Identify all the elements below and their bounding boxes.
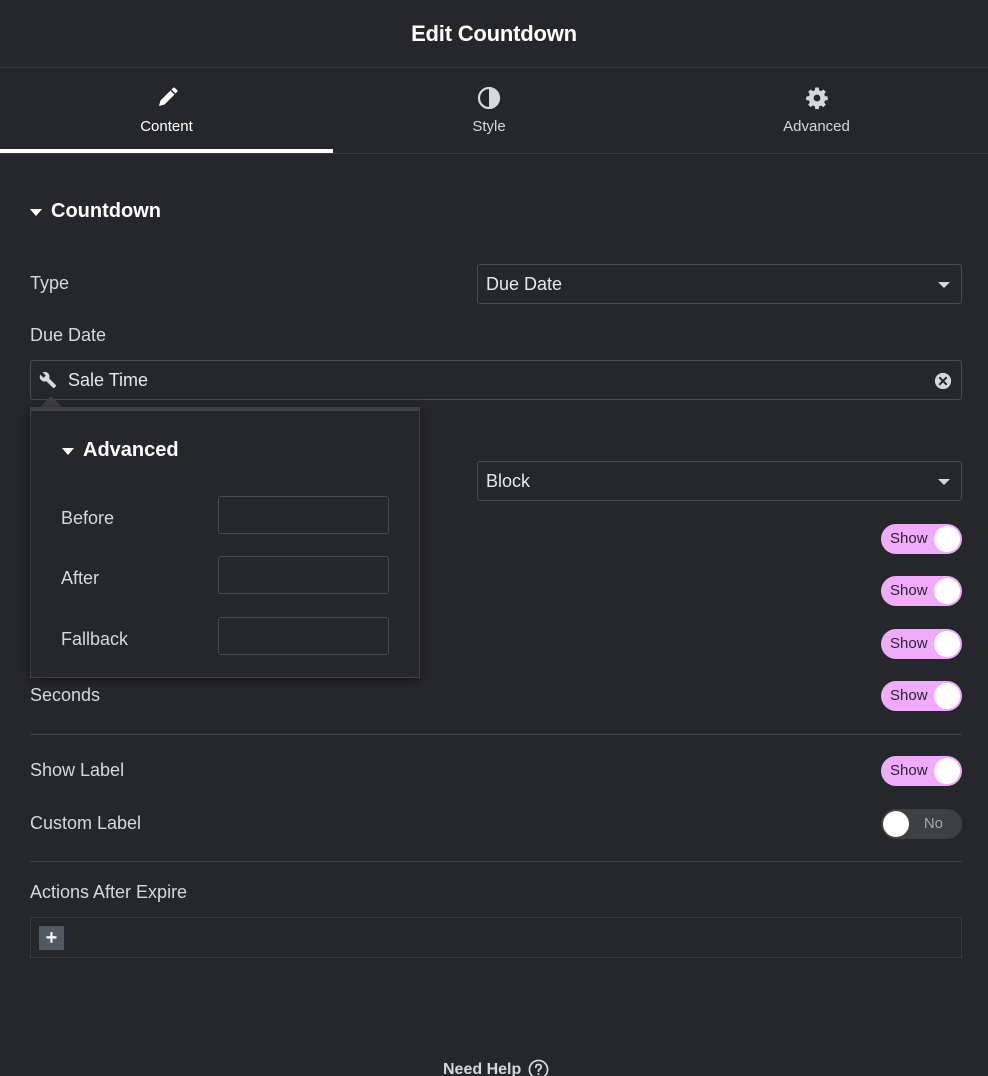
caret-down-icon: [30, 209, 42, 216]
panel-title: Edit Countdown: [411, 20, 577, 46]
divider: [30, 861, 962, 862]
section-title: Countdown: [51, 200, 161, 222]
popover-advanced-toggle[interactable]: Advanced: [62, 439, 179, 462]
pencil-icon: [158, 87, 177, 106]
question-circle-icon: [528, 1059, 549, 1076]
tab-style[interactable]: Style: [333, 68, 645, 154]
dynamic-advanced-popover: Advanced Before After Fallback: [30, 407, 420, 678]
days-toggle[interactable]: Show: [881, 524, 962, 554]
type-select-value: Due Date: [486, 273, 563, 294]
tab-advanced[interactable]: Advanced: [645, 68, 988, 154]
seconds-label: Seconds: [30, 685, 101, 705]
chevron-down-icon: [938, 282, 950, 288]
fallback-label: Fallback: [61, 629, 129, 649]
gear-icon: [805, 87, 828, 109]
custom-label-toggle-text: No: [923, 815, 943, 832]
type-label: Type: [30, 273, 70, 293]
divider: [30, 734, 962, 735]
actions-after-expire-label: Actions After Expire: [30, 882, 188, 902]
hours-toggle-text: Show: [890, 582, 928, 599]
after-label: After: [61, 568, 100, 588]
custom-label-toggle[interactable]: No: [881, 809, 962, 839]
view-select-value: Block: [486, 470, 531, 491]
contrast-icon: [477, 86, 501, 109]
clear-icon[interactable]: [934, 372, 952, 390]
show-label-toggle-text: Show: [890, 762, 928, 779]
tab-content[interactable]: Content: [0, 68, 333, 154]
due-date-value: Sale Time: [68, 369, 149, 390]
due-date-dynamic-field[interactable]: Sale Time: [30, 360, 962, 400]
seconds-toggle[interactable]: Show: [881, 681, 962, 711]
chevron-down-icon: [938, 479, 950, 485]
seconds-toggle-text: Show: [890, 687, 928, 704]
before-input[interactable]: [218, 496, 389, 534]
days-toggle-text: Show: [890, 530, 928, 547]
add-action-button[interactable]: +: [39, 926, 64, 950]
caret-down-icon: [62, 448, 74, 455]
minutes-toggle-text: Show: [890, 635, 928, 652]
toggle-knob: [934, 578, 960, 604]
tab-advanced-label: Advanced: [783, 117, 850, 135]
show-label-toggle[interactable]: Show: [881, 756, 962, 786]
hours-toggle[interactable]: Show: [881, 576, 962, 606]
wrench-icon[interactable]: [39, 371, 57, 389]
toggle-knob: [934, 526, 960, 552]
view-select[interactable]: Block: [477, 461, 962, 501]
popover-title: Advanced: [83, 439, 179, 461]
custom-label-label: Custom Label: [30, 813, 142, 833]
tab-style-label: Style: [472, 117, 506, 135]
panel-header: Edit Countdown: [0, 0, 988, 68]
toggle-knob: [934, 758, 960, 784]
panel-tabs: Content Style Advanced: [0, 68, 988, 154]
active-tab-indicator: [0, 149, 333, 153]
section-countdown-toggle[interactable]: Countdown: [30, 200, 161, 223]
need-help-link[interactable]: Need Help: [443, 1059, 549, 1076]
actions-repeater: +: [30, 917, 962, 958]
type-select[interactable]: Due Date: [477, 264, 962, 304]
minutes-toggle[interactable]: Show: [881, 629, 962, 659]
after-input[interactable]: [218, 556, 389, 594]
toggle-knob: [934, 631, 960, 657]
tab-content-label: Content: [140, 117, 193, 135]
need-help-text: Need Help: [443, 1060, 522, 1076]
toggle-knob: [934, 683, 960, 709]
show-label-label: Show Label: [30, 760, 125, 780]
toggle-knob: [883, 811, 909, 837]
due-date-label: Due Date: [30, 325, 107, 345]
fallback-input[interactable]: [218, 617, 389, 655]
before-label: Before: [61, 508, 115, 528]
